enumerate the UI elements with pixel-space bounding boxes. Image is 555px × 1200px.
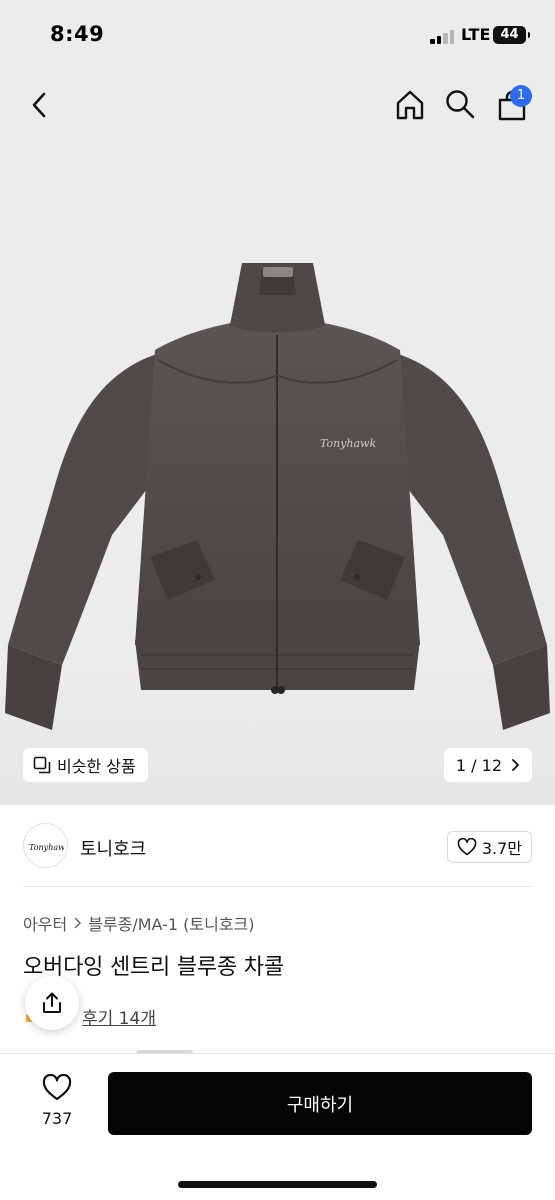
- cart-count-badge: 1: [510, 85, 532, 107]
- wish-button[interactable]: 737: [30, 1073, 84, 1128]
- shop-logo[interactable]: Tonyhawk: [23, 823, 68, 868]
- network-type: LTE: [461, 25, 491, 44]
- breadcrumb: 아우터 블루종/MA-1 (토니호크): [23, 911, 255, 935]
- divider: [23, 886, 532, 887]
- breadcrumb-item-outer[interactable]: 아우터: [23, 911, 67, 935]
- svg-text:Tonyhawk: Tonyhawk: [29, 843, 64, 852]
- back-button[interactable]: [20, 85, 60, 125]
- product-photo: Tonyhawk: [5, 263, 550, 730]
- stacked-squares-icon: [33, 756, 51, 774]
- product-title: 오버다잉 센트리 블루종 차콜: [23, 955, 284, 980]
- product-image-gallery[interactable]: 1 Tonyhawk 비슷한 상품 1 / 12: [0, 70, 555, 805]
- similar-items-label: 비슷한 상품: [57, 757, 136, 776]
- buy-button[interactable]: 구매하기: [108, 1072, 532, 1135]
- image-page-indicator[interactable]: 1 / 12: [443, 748, 532, 782]
- search-button[interactable]: [440, 84, 480, 124]
- brand-logo-icon: Tonyhawk: [29, 843, 64, 852]
- chevron-right-icon: [512, 759, 520, 771]
- bottom-action-bar: 737 구매하기: [0, 1053, 555, 1200]
- home-indicator: [178, 1181, 377, 1188]
- chevron-right-icon: [74, 917, 82, 929]
- wish-count: 737: [41, 1109, 73, 1128]
- search-icon: [446, 90, 475, 119]
- shop-like-button[interactable]: 3.7만: [446, 831, 532, 863]
- signal-icon: [430, 28, 456, 44]
- status-bar: 8:49 LTE 44: [0, 0, 555, 70]
- chevron-left-icon: [32, 92, 46, 118]
- home-button[interactable]: [390, 85, 430, 125]
- shop-like-count: 3.7만: [481, 839, 522, 858]
- shop-row: Tonyhawk 토니호크 3.7만: [0, 805, 555, 887]
- chest-signature: Tonyhawk: [320, 437, 376, 450]
- status-time: 8:49: [50, 22, 105, 46]
- shop-name[interactable]: 토니호크: [80, 835, 146, 861]
- page-indicator-text: 1 / 12: [455, 755, 502, 775]
- share-button[interactable]: [25, 976, 79, 1030]
- share-icon: [43, 992, 61, 1013]
- similar-items-button[interactable]: 비슷한 상품: [23, 748, 148, 782]
- review-link[interactable]: 후기 14개: [82, 1004, 156, 1029]
- breadcrumb-item-category[interactable]: 블루종/MA-1 (토니호크): [88, 911, 254, 935]
- home-icon: [396, 90, 424, 120]
- battery-icon: 44: [493, 26, 530, 44]
- heart-icon: [457, 838, 477, 856]
- heart-icon: [42, 1073, 72, 1101]
